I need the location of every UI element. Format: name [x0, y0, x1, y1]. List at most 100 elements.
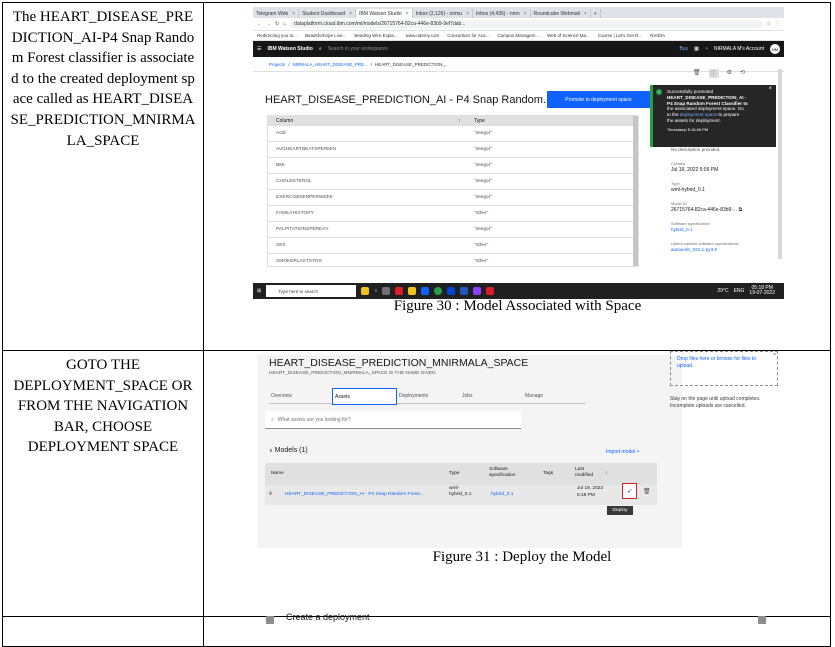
scrollbar-handle — [266, 616, 274, 624]
weather-icon[interactable] — [361, 287, 370, 295]
app-icon[interactable] — [421, 287, 430, 295]
breadcrumb-projects[interactable]: Projects — [269, 62, 285, 67]
table-row: AGE "integer" — [268, 126, 638, 142]
tab-jobs[interactable]: Jobs — [460, 388, 523, 404]
app-icon[interactable] — [382, 287, 391, 295]
column-header[interactable]: Column — [268, 118, 458, 124]
deployment-space-link[interactable]: deployment space — [680, 112, 717, 117]
browser-tab-active[interactable]: IBM Watson Studio × — [356, 9, 413, 18]
app-icon[interactable] — [486, 287, 495, 295]
star-icon[interactable]: ☆ — [767, 21, 771, 27]
history-icon[interactable]: ⟲ — [740, 69, 745, 78]
buy-link[interactable]: Buy — [679, 46, 688, 52]
bookmark[interactable]: Consortium for Aca... — [447, 33, 489, 38]
step-description-cell: The HEART_DISEASE_PREDICTION_AI-P4 Snap … — [2, 2, 204, 351]
browser-tab[interactable]: Student Dashboard × — [299, 9, 357, 18]
asset-search-input[interactable]: ⌕ What assets are you looking for? — [265, 411, 521, 429]
browser-tab-bar: Telegram Web × Student Dashboard × IBM Wat… — [253, 7, 784, 18]
app-icon[interactable] — [473, 287, 482, 295]
tab-overview[interactable]: Overview — [269, 388, 332, 404]
back-icon[interactable]: ← — [257, 21, 262, 27]
description: No description provided. — [671, 147, 721, 152]
table-row[interactable]: ⍟ HEART_DISEASE_PREDICTION_AI - P4 Snap … — [265, 485, 657, 505]
bookmark[interactable]: Campus Managem... — [497, 33, 539, 38]
home-icon[interactable]: ⌂ — [283, 21, 286, 27]
bookmark[interactable]: www.udemy.com — [406, 33, 440, 38]
delete-icon[interactable]: 🗑 — [643, 488, 651, 495]
sort-arrow-icon[interactable]: ↑ — [458, 118, 474, 124]
table-row: FAMILYHISTORY "other" — [268, 206, 638, 222]
deploy-rocket-icon[interactable]: ➶ — [622, 483, 637, 499]
chrome-icon[interactable] — [434, 287, 443, 295]
url-field[interactable]: dataplatform.cloud.ibm.com/ml/models/267… — [290, 20, 763, 28]
task-view-icon[interactable]: ○ — [374, 288, 377, 294]
app-icon[interactable] — [408, 287, 417, 295]
model-name-link[interactable]: HEART_DISEASE_PREDICTION_AI - P4 Snap Ra… — [285, 492, 424, 498]
hamburger-icon[interactable]: ☰ — [257, 46, 261, 52]
schema-header: Column ↑ Type — [268, 116, 638, 126]
file-drop-zone[interactable]: Drop files here or browse for files to u… — [670, 351, 778, 386]
import-model-link[interactable]: Import model + — [606, 449, 640, 455]
page-scrollbar[interactable] — [778, 69, 782, 259]
bookmark[interactable]: NVIDIA — [650, 33, 665, 38]
sw-spec-link[interactable]: hybrid_0.1 — [491, 492, 513, 498]
bookmark[interactable]: Course | Let's Get R... — [598, 33, 642, 38]
software-spec-link[interactable]: hybrid_0.1 — [671, 227, 776, 233]
temperature: 29°C — [717, 288, 729, 294]
account-switcher[interactable]: NIRMALA M's Account — [714, 46, 764, 52]
close-icon[interactable]: × — [768, 86, 772, 93]
copy-icon[interactable]: ⧉ — [739, 207, 743, 213]
space-tabs: Overview Assets Deployments Jobs Manage — [269, 388, 586, 405]
upload-note: Stay on the page until upload completes.… — [670, 396, 761, 409]
models-section-toggle[interactable]: ∨ Models (1) — [269, 447, 308, 454]
calendar-icon[interactable]: ▦ — [694, 46, 699, 52]
table-row: PALPITATIONSPERDAY "integer" — [268, 222, 638, 238]
promote-button[interactable]: Promote to deployment space — [547, 91, 650, 108]
tab-manage[interactable]: Manage — [523, 388, 586, 404]
app-icon[interactable] — [395, 287, 404, 295]
menu-dots-icon[interactable]: ⋮ — [775, 21, 780, 27]
scrollbar[interactable] — [633, 116, 638, 266]
breadcrumb-current: HEART_DISEASE_PREDICTION_... — [375, 61, 449, 67]
browser-tab[interactable]: Telegram Web × — [253, 9, 300, 18]
info-icon[interactable]: ⓘ — [708, 69, 719, 78]
bookmark[interactable]: Web of Science Ma... — [547, 33, 590, 38]
language[interactable]: ENG — [734, 288, 745, 294]
browser-tab[interactable]: Roundcube Webmail × — [531, 9, 591, 18]
settings-icon[interactable]: ⚙ — [727, 69, 732, 78]
browser-tab[interactable]: Inbox (4,435) - nirm × — [473, 9, 531, 18]
app-icon[interactable] — [447, 287, 456, 295]
close-icon[interactable]: × — [773, 352, 776, 359]
tab-assets[interactable]: Assets — [332, 388, 397, 405]
clock[interactable]: 05:18 PM 19-07-2022 — [749, 286, 775, 296]
bookmark[interactable]: Beading Wire Expla... — [354, 33, 397, 38]
figure-cell: HEART_DISEASE_PREDICTION_MNIRMALA_SPACE … — [203, 350, 831, 617]
sort-arrow-icon[interactable]: ↓ — [605, 471, 607, 477]
bookmark[interactable]: Beadsforhope Live... — [305, 33, 346, 38]
hybrid-spec-link[interactable]: autoai-kb_rt22.1-py3.9 — [671, 247, 776, 253]
word-icon[interactable] — [460, 287, 469, 295]
page-title: HEART_DISEASE_PREDICTION_AI - P4 Snap Ra… — [265, 94, 553, 106]
table-row: BMI "integer" — [268, 158, 638, 174]
breadcrumb-project[interactable]: NIRMALA_HEART_DISEASE_PRE... — [293, 62, 368, 67]
taskbar-search[interactable]: Type here to search — [266, 285, 357, 297]
avatar[interactable]: NM — [770, 44, 780, 54]
search-icon: ⌕ — [271, 416, 274, 423]
models-table-header: Name Type Software specification Tags La… — [265, 463, 657, 485]
new-tab-button[interactable]: + — [591, 9, 601, 18]
type-header[interactable]: Type — [474, 118, 485, 124]
forward-icon[interactable]: → — [266, 21, 271, 27]
app-name[interactable]: IBM Watson Studio — [267, 46, 312, 52]
tab-deployments[interactable]: Deployments — [397, 388, 460, 404]
workspace-search[interactable]: Search in your workspaces — [328, 46, 428, 52]
browser-tab[interactable]: Inbox (2,126) - nirmu × — [413, 9, 473, 18]
search-icon[interactable]: ⌕ — [319, 46, 322, 52]
notification-icon[interactable]: ◔ — [705, 46, 708, 52]
delete-icon[interactable]: 🗑 — [693, 69, 701, 78]
reload-icon[interactable]: ↻ — [275, 21, 279, 27]
windows-start-icon[interactable]: ⊞ — [257, 288, 261, 294]
document-page: The HEART_DISEASE_PREDICTION_AI-P4 Snap … — [0, 0, 835, 647]
bookmark[interactable]: Redirecting you to... — [257, 33, 297, 38]
space-title: HEART_DISEASE_PREDICTION_MNIRMALA_SPACE — [269, 357, 529, 369]
steps-table: The HEART_DISEASE_PREDICTION_AI-P4 Snap … — [2, 2, 831, 647]
